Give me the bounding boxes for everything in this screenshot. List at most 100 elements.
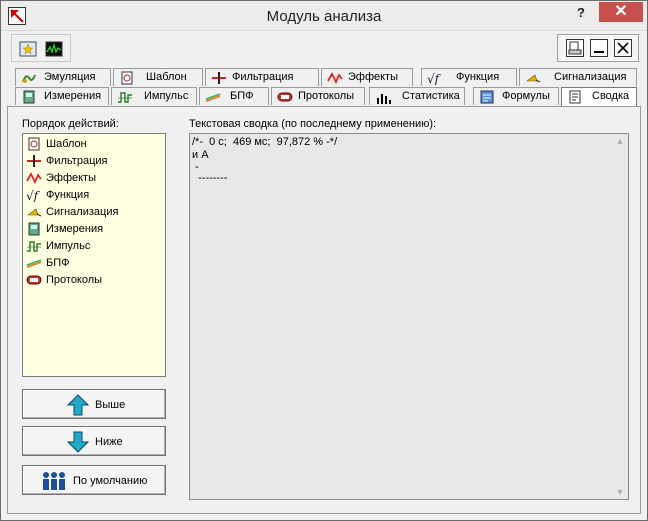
list-item-label: Фильтрация [46, 155, 108, 167]
tab-summary-label: Сводка [592, 90, 630, 102]
list-item-label: Импульс [46, 240, 91, 252]
tab-emulation-label: Эмуляция [44, 71, 96, 83]
list-item-label: Сигнализация [46, 206, 119, 218]
window-close-button[interactable]: ✕ [599, 2, 643, 22]
filter-icon [211, 71, 227, 85]
tab-effects-label: Эффекты [348, 71, 399, 83]
toolbar [7, 34, 641, 64]
tab-measurements-label: Измерения [44, 90, 102, 102]
move-down-button[interactable]: Ниже [22, 426, 166, 456]
arrow-up-icon [66, 394, 90, 416]
effects-icon [327, 71, 343, 85]
tab-formulas-label: Формулы [502, 90, 550, 102]
tab-fft[interactable]: БПФ [199, 87, 269, 105]
list-item[interactable]: Эффекты [26, 170, 164, 187]
scroll-down-icon[interactable]: ▼ [615, 487, 625, 497]
list-item-label: БПФ [46, 257, 70, 269]
summary-line: и А [192, 149, 209, 161]
alarm-icon [525, 71, 541, 85]
title-bar: Модуль анализа ? ✕ [1, 1, 647, 31]
tab-template[interactable]: Шаблон [113, 68, 203, 86]
tab-filtering-label: Фильтрация [232, 71, 294, 83]
tab-pulse[interactable]: Импульс [111, 87, 197, 105]
alarm-icon [26, 205, 42, 219]
default-order-label: По умолчанию [73, 475, 148, 487]
people-icon [41, 470, 67, 492]
text-summary-label: Текстовая сводка (по последнему применен… [189, 118, 437, 130]
list-item[interactable]: √f Функция [26, 187, 164, 204]
measure-icon [26, 222, 42, 236]
tab-pulse-label: Импульс [144, 90, 189, 102]
star-document-icon[interactable] [18, 39, 38, 59]
summary-icon [567, 90, 583, 104]
pulse-icon [26, 239, 42, 253]
measure-icon [21, 90, 37, 104]
function-icon: √f [26, 188, 42, 203]
tab-fft-label: БПФ [230, 90, 254, 102]
tab-protocols-label: Протоколы [298, 90, 355, 102]
svg-text:√f: √f [26, 189, 41, 202]
list-item-label: Эффекты [46, 172, 97, 184]
close-box-icon[interactable] [614, 39, 632, 57]
tab-formulas[interactable]: Формулы [473, 87, 559, 105]
move-up-button[interactable]: Выше [22, 389, 166, 419]
default-order-button[interactable]: По умолчанию [22, 465, 166, 495]
arrow-down-icon [66, 431, 90, 453]
list-item[interactable]: Протоколы [26, 272, 164, 289]
move-up-label: Выше [95, 399, 126, 411]
tab-protocols[interactable]: Протоколы [271, 87, 365, 105]
statistics-icon [375, 90, 391, 104]
template-icon [119, 71, 135, 85]
list-item[interactable]: Фильтрация [26, 153, 164, 170]
emulation-icon [21, 71, 37, 85]
list-item[interactable]: Сигнализация [26, 204, 164, 221]
formulas-icon [479, 90, 495, 104]
waveform-icon[interactable] [44, 39, 64, 59]
tab-function[interactable]: √f Функция [421, 68, 517, 86]
protocols-icon [26, 273, 42, 287]
summary-line: /*- 0 с; 469 мс; 97,872 % -*/ [192, 136, 338, 148]
help-button[interactable]: ? [571, 4, 591, 24]
tab-summary[interactable]: Сводка [561, 87, 637, 106]
fft-icon [26, 256, 42, 270]
tab-measurements[interactable]: Измерения [15, 87, 109, 105]
effects-icon [26, 171, 42, 185]
list-item[interactable]: Шаблон [26, 136, 164, 153]
summary-panel: Порядок действий: Шаблон Фильтрация Эффе… [7, 106, 641, 514]
list-item-label: Протоколы [46, 274, 103, 286]
filter-icon [26, 154, 42, 168]
print-icon[interactable] [566, 39, 584, 57]
action-order-list[interactable]: Шаблон Фильтрация Эффекты √f Функция Сиг… [22, 133, 166, 377]
svg-text:√f: √f [427, 72, 442, 85]
protocols-icon [277, 90, 293, 104]
tab-alarm[interactable]: Сигнализация [519, 68, 637, 86]
tab-template-label: Шаблон [146, 71, 187, 83]
function-icon: √f [427, 71, 443, 86]
toolbar-left-group [11, 34, 71, 62]
list-item-label: Функция [46, 189, 90, 201]
tab-function-label: Функция [456, 71, 500, 83]
action-order-label: Порядок действий: [22, 118, 119, 130]
tab-statistics-label: Статистика [402, 90, 460, 102]
analysis-module-window: Модуль анализа ? ✕ Эмуляция Шаблон Фильт… [0, 0, 648, 521]
list-item-label: Измерения [46, 223, 104, 235]
toolbar-right-group [557, 34, 639, 62]
tab-filtering[interactable]: Фильтрация [205, 68, 319, 86]
tab-statistics[interactable]: Статистика [369, 87, 465, 105]
list-item[interactable]: БПФ [26, 255, 164, 272]
tab-alarm-label: Сигнализация [554, 71, 627, 83]
scroll-up-icon[interactable]: ▲ [615, 136, 625, 146]
template-icon [26, 137, 42, 151]
window-title: Модуль анализа [266, 8, 382, 25]
minimize-icon[interactable] [590, 39, 608, 57]
summary-line: -------- [192, 172, 228, 184]
list-item-label: Шаблон [46, 138, 87, 150]
text-summary-box[interactable]: /*- 0 с; 469 мс; 97,872 % -*/ и А - ----… [189, 133, 629, 500]
fft-icon [205, 90, 221, 104]
tab-emulation[interactable]: Эмуляция [15, 68, 111, 86]
move-down-label: Ниже [95, 436, 123, 448]
list-item[interactable]: Измерения [26, 221, 164, 238]
pulse-icon [117, 90, 133, 104]
tab-effects[interactable]: Эффекты [321, 68, 413, 86]
list-item[interactable]: Импульс [26, 238, 164, 255]
